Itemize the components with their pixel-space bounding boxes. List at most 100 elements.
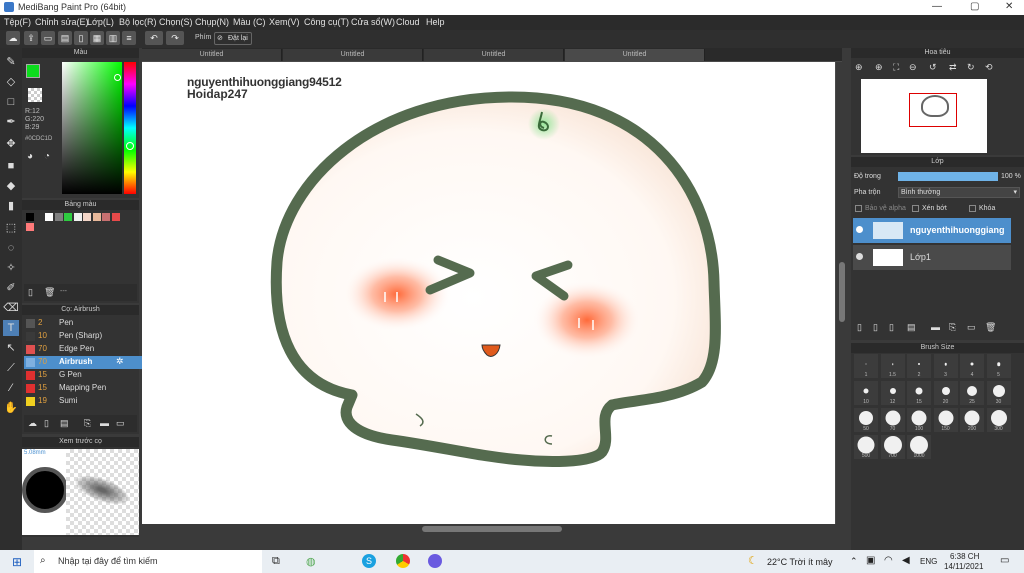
medibang-taskbar-icon[interactable] [428, 554, 442, 568]
brush-size-option[interactable]: 1000 [907, 435, 931, 459]
horizontal-scroll-thumb[interactable] [422, 526, 562, 532]
layer-menu-icon[interactable]: ▤ [907, 322, 916, 333]
new-layer-1bit-icon[interactable]: ▯ [889, 322, 894, 333]
cloud-brush-icon[interactable]: ☁ [28, 418, 37, 429]
menu-help[interactable]: Help [426, 17, 445, 27]
maximize-button[interactable]: ▢ [970, 1, 979, 12]
taskbar-search[interactable]: ⌕ Nhập tại đây để tìm kiếm [34, 550, 262, 573]
eraser-tool-icon[interactable]: ◇ [3, 74, 19, 90]
saturation-value-picker[interactable] [62, 62, 122, 194]
eyedropper-tool-icon[interactable]: ⁄ [3, 380, 19, 396]
network-icon[interactable]: ▣ [866, 555, 875, 566]
palette-swatch[interactable] [54, 213, 63, 221]
palette-swatch[interactable] [64, 213, 72, 221]
list-icon[interactable]: ≡ [122, 31, 136, 45]
brush-size-option[interactable]: 150 [933, 408, 958, 432]
shape-tool-icon[interactable]: □ [3, 94, 19, 110]
brush-size-option[interactable]: 4 [960, 354, 984, 378]
brush-size-option[interactable]: 1 [854, 354, 878, 378]
brush-item[interactable]: 19 Sumi [24, 395, 148, 408]
brush-size-option[interactable]: 300 [986, 408, 1011, 432]
duplicate-layer-icon[interactable]: ⎘ [949, 322, 956, 333]
brush-size-option[interactable]: 100 [907, 408, 931, 432]
brush-size-option[interactable]: 2 [907, 354, 931, 378]
chrome-icon[interactable] [396, 554, 410, 568]
menu-filter[interactable]: Bộ lọc(R) [119, 17, 157, 27]
palette-swatch[interactable] [83, 213, 91, 221]
brush-size-option[interactable]: 70 [880, 408, 905, 432]
undo-icon[interactable]: ↶ [145, 31, 163, 45]
layout-icon[interactable]: ▥ [106, 31, 120, 45]
lock-checkbox[interactable] [969, 205, 976, 212]
brush-delete-icon[interactable]: ▭ [116, 418, 125, 429]
menu-capture[interactable]: Chụp(N) [195, 17, 229, 27]
protect-alpha-checkbox[interactable] [855, 205, 862, 212]
brush-size-option[interactable]: 1.5 [880, 354, 905, 378]
menu-window[interactable]: Cửa sổ(W) [351, 17, 395, 27]
hue-cursor[interactable] [126, 142, 134, 150]
redo-icon[interactable]: ↷ [166, 31, 184, 45]
merge-layer-icon[interactable]: ▭ [967, 322, 976, 333]
fit-icon[interactable]: ⛶ [893, 62, 899, 73]
select-eraser-tool-icon[interactable]: ⌫ [3, 300, 19, 316]
palette-swatch[interactable] [102, 213, 110, 221]
flip-icon[interactable]: ⇄ [949, 62, 957, 73]
brush-size-option[interactable]: 20 [933, 381, 958, 405]
zoom-out-icon[interactable]: ⊖ [909, 62, 917, 73]
menu-select[interactable]: Chọn(S) [159, 17, 193, 27]
palette-swatch[interactable] [111, 213, 120, 221]
move-tool-icon[interactable]: ✥ [3, 136, 19, 152]
hue-slider[interactable] [124, 62, 136, 194]
delete-layer-icon[interactable]: 🗑 [985, 322, 996, 333]
palette-swatch[interactable] [92, 213, 101, 221]
operation-tool-icon[interactable]: ↖ [3, 340, 19, 356]
add-brush-icon[interactable]: ▯ [44, 418, 49, 429]
brush-size-option[interactable]: 10 [854, 381, 878, 405]
brush-item[interactable]: 15 G Pen [24, 369, 148, 382]
cloud-icon[interactable]: ☁ [6, 31, 20, 45]
horizontal-scrollbar[interactable] [142, 524, 835, 534]
palette-icon[interactable]: ◕ [27, 151, 33, 162]
tab-document-4[interactable]: Untitled [565, 49, 705, 61]
vertical-scroll-thumb[interactable] [839, 262, 845, 322]
brush-folder-icon[interactable]: ▬ [100, 418, 109, 428]
app-icon[interactable]: ◍ [306, 555, 316, 568]
background-color-swatch[interactable] [28, 88, 42, 102]
gear-icon[interactable]: ✲ [116, 356, 124, 367]
new-layer-icon[interactable]: ▯ [857, 322, 862, 333]
divide-tool-icon[interactable]: ⟋ [3, 360, 19, 376]
notification-icon[interactable]: ▭ [1000, 555, 1009, 566]
menu-edit[interactable]: Chỉnh sửa(E) [35, 17, 89, 27]
wifi-icon[interactable]: ◠ [884, 555, 893, 566]
navigator-thumbnail[interactable] [861, 79, 987, 153]
task-view-icon[interactable]: ⧉ [272, 555, 280, 568]
tab-document-3[interactable]: Untitled [424, 49, 564, 61]
new-layer-8bit-icon[interactable]: ▯ [873, 322, 878, 333]
menu-layer[interactable]: Lớp(L) [87, 17, 114, 27]
select-tool-icon[interactable]: ⬚ [3, 220, 19, 236]
menu-color[interactable]: Màu (C) [233, 17, 266, 27]
menu-view[interactable]: Xem(V) [269, 17, 300, 27]
language-indicator[interactable]: ENG [920, 557, 937, 566]
bucket-tool-icon[interactable]: ◆ [3, 178, 19, 194]
brush-item[interactable]: 2 Pen [24, 317, 148, 330]
delete-palette-icon[interactable]: 🗑 [44, 287, 55, 298]
zoom-in-2-icon[interactable]: ⊕ [875, 62, 883, 73]
brush-size-option[interactable]: 5 [986, 354, 1011, 378]
brush-size-option[interactable]: 30 [986, 381, 1011, 405]
brush-item[interactable]: 10 Pen (Sharp) [24, 330, 148, 343]
brush-copy-icon[interactable]: ⎘ [84, 418, 91, 429]
foreground-color-swatch[interactable] [26, 64, 40, 78]
layer-folder-icon[interactable]: ▬ [931, 322, 940, 332]
layer-row[interactable]: nguyenthihuonggiang [853, 218, 1011, 243]
export-icon[interactable]: ⇪ [24, 31, 38, 45]
clock-time[interactable]: 6:38 CH [950, 552, 979, 561]
drawing-canvas[interactable]: nguyenthihuonggiang94512 Hoidap247 [142, 62, 835, 524]
tab-document-1[interactable]: Untitled [142, 49, 282, 61]
gradient-tool-icon[interactable]: ▮ [3, 198, 19, 214]
brush-tool-icon[interactable]: ✎ [3, 54, 19, 70]
rotate-left-icon[interactable]: ↺ [929, 62, 937, 73]
brush-item[interactable]: 15 Mapping Pen [24, 382, 148, 395]
brush-size-option[interactable]: 3 [933, 354, 958, 378]
select-pen-tool-icon[interactable]: ✐ [3, 280, 19, 296]
